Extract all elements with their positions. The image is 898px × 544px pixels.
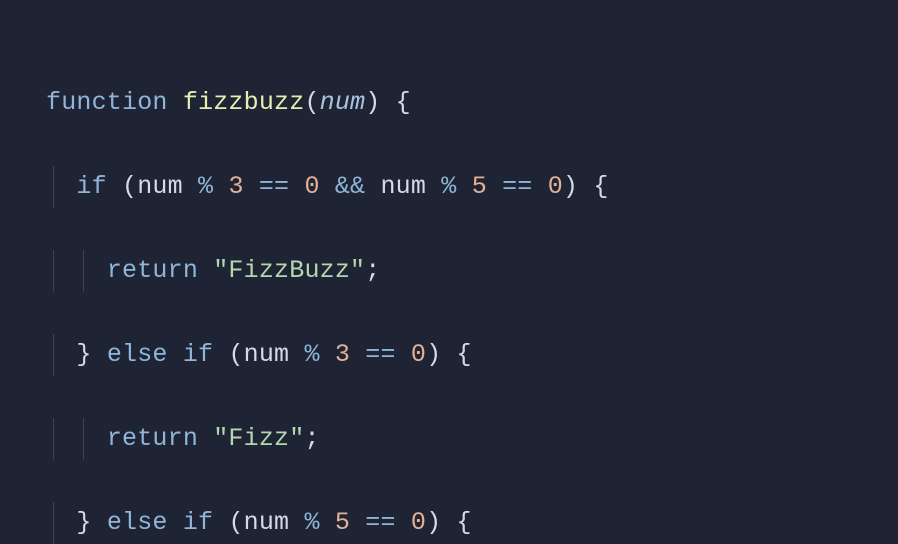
code-line: } else if (num % 5 == 0) { — [46, 502, 852, 544]
function-name: fizzbuzz — [183, 88, 305, 117]
semicolon: ; — [365, 256, 380, 285]
brace-open: { — [396, 88, 411, 117]
indent-guide — [53, 250, 54, 292]
code-line: return "Fizz"; — [46, 418, 852, 460]
keyword-function: function — [46, 88, 168, 117]
indent-guide — [53, 334, 54, 376]
code-line: return "FizzBuzz"; — [46, 250, 852, 292]
paren-close: ) — [365, 88, 380, 117]
brace-close: } — [76, 340, 91, 369]
keyword-else: else — [107, 340, 168, 369]
indent-guide — [83, 418, 84, 460]
indent-guide — [53, 166, 54, 208]
string-fizzbuzz: "FizzBuzz" — [213, 256, 365, 285]
keyword-if: if — [76, 172, 106, 201]
identifier-num: num — [137, 172, 183, 201]
operator-eq: == — [259, 172, 289, 201]
code-line: } else if (num % 3 == 0) { — [46, 334, 852, 376]
code-line: function fizzbuzz(num) { — [46, 82, 852, 124]
param-num: num — [320, 88, 366, 117]
code-editor-block: function fizzbuzz(num) { if (num % 3 == … — [0, 0, 898, 544]
paren-open: ( — [304, 88, 319, 117]
indent-guide — [53, 418, 54, 460]
indent-guide — [83, 250, 84, 292]
string-fizz: "Fizz" — [213, 424, 304, 453]
code-line: if (num % 3 == 0 && num % 5 == 0) { — [46, 166, 852, 208]
number-zero: 0 — [304, 172, 319, 201]
operator-mod: % — [198, 172, 213, 201]
keyword-return: return — [107, 256, 198, 285]
number-five: 5 — [472, 172, 487, 201]
indent-guide — [53, 502, 54, 544]
operator-and: && — [335, 172, 365, 201]
number-three: 3 — [228, 172, 243, 201]
